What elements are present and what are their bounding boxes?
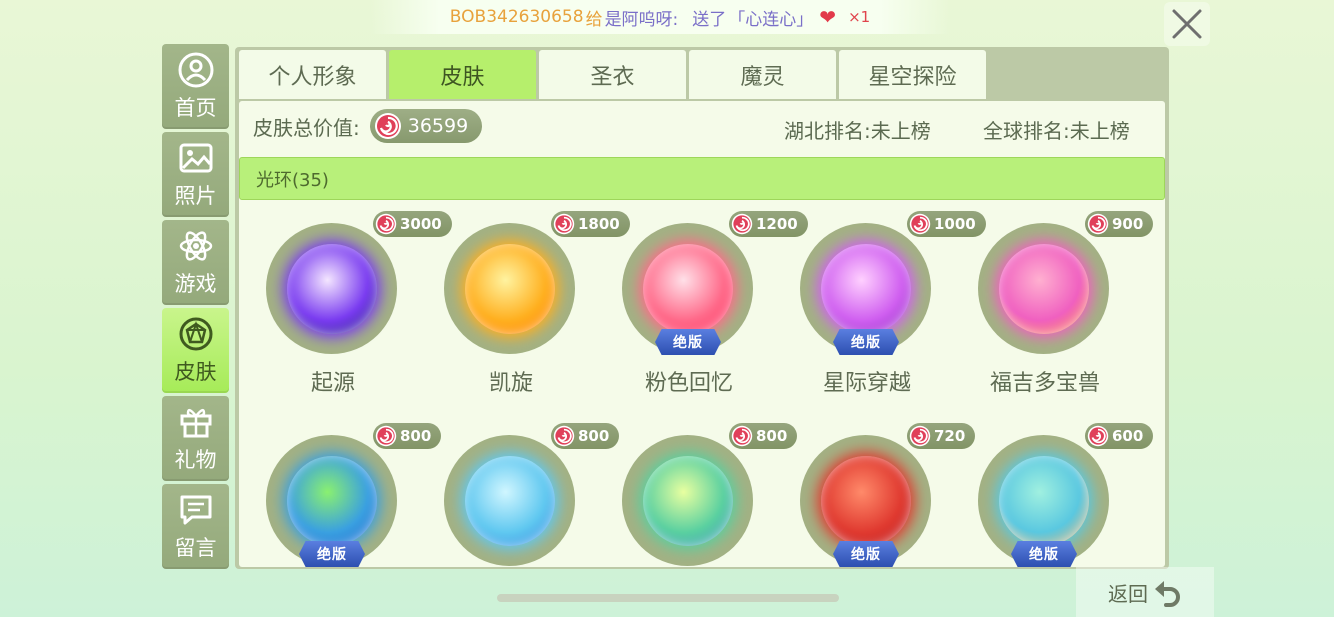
skin-item[interactable]: 720 绝版 <box>778 413 976 567</box>
halo-orb-icon <box>998 455 1089 546</box>
sidebar-item-label: 皮肤 <box>174 359 217 384</box>
skin-content: 皮肤总价值: 36599 湖北排名:未上榜 全球排名:未上榜 光环(35) 30… <box>239 101 1165 567</box>
gift-icon <box>180 408 211 437</box>
halo-orb-icon <box>998 243 1089 334</box>
sidebar-item-label: 游戏 <box>174 271 217 296</box>
tab-armor[interactable]: 圣衣 <box>539 50 686 99</box>
scroll-indicator[interactable] <box>497 594 839 602</box>
halo-orb-icon <box>286 243 377 334</box>
sidebar-item-label: 首页 <box>174 95 217 120</box>
skin-disc <box>978 223 1109 354</box>
global-rank: 全球排名:未上榜 <box>983 119 1130 143</box>
tab-bar: 个人形象 皮肤 圣衣 魔灵 星空探险 <box>239 50 986 99</box>
close-icon <box>1172 9 1202 39</box>
skin-item[interactable]: 800 绝版 <box>244 413 442 567</box>
limited-edition-badge: 绝版 <box>833 329 899 355</box>
skin-name: 起源 <box>310 371 355 396</box>
gift-count: ×1 <box>848 8 871 26</box>
tab-spirit[interactable]: 魔灵 <box>689 50 836 99</box>
candy-coin-icon <box>553 213 575 235</box>
skin-name: 凯旋 <box>488 371 533 396</box>
limited-edition-badge: 绝版 <box>655 329 721 355</box>
candy-coin-icon <box>374 113 401 139</box>
skin-item[interactable]: 800 <box>600 413 798 567</box>
candy-coin-icon <box>1087 425 1109 447</box>
total-value-label: 皮肤总价值: <box>253 115 360 140</box>
skin-grid: 3000 起源 1800 凯旋 1200 绝版 粉色回忆 1000 绝版 星际穿越 900 福吉多宝兽… <box>239 201 1165 567</box>
halo-orb-icon <box>286 455 377 546</box>
halo-orb-icon <box>820 455 911 546</box>
total-value: 36599 <box>407 115 469 137</box>
skin-name: 星际穿越 <box>822 371 911 396</box>
candy-coin-icon <box>909 425 931 447</box>
sidebar-item-gifts[interactable]: 礼物 <box>162 396 229 481</box>
banner-action: 送了 <box>692 9 727 30</box>
close-button[interactable] <box>1164 2 1210 46</box>
skin-item[interactable]: 1200 绝版 粉色回忆 <box>600 201 808 401</box>
candy-coin-icon <box>1087 213 1109 235</box>
skin-price-value: 600 <box>1112 427 1144 445</box>
halo-orb-icon <box>642 243 733 334</box>
skin-item[interactable]: 1800 凯旋 <box>422 201 630 401</box>
skin-price: 900 <box>1085 211 1154 237</box>
banner-verb: 给 <box>585 9 603 30</box>
sidebar: 首页 照片 游戏 皮肤 礼物 留言 <box>162 44 229 572</box>
sidebar-item-label: 礼物 <box>174 447 217 472</box>
sender-name: BOB342630658 <box>449 7 584 27</box>
tab-star-adventure[interactable]: 星空探险 <box>839 50 986 99</box>
atom-icon <box>179 230 212 261</box>
sidebar-item-skins[interactable]: 皮肤 <box>162 308 229 393</box>
tab-skins[interactable]: 皮肤 <box>389 50 536 99</box>
back-label: 返回 <box>1108 581 1148 606</box>
halo-orb-icon <box>464 243 555 334</box>
skin-disc <box>444 435 575 566</box>
skin-item[interactable]: 800 <box>422 413 620 567</box>
skin-disc <box>266 223 397 354</box>
skin-disc <box>444 223 575 354</box>
back-button[interactable]: 返回 <box>1076 567 1214 617</box>
category-header-halo[interactable]: 光环(35) <box>239 157 1165 200</box>
skin-price: 600 <box>1085 423 1154 449</box>
sidebar-item-games[interactable]: 游戏 <box>162 220 229 305</box>
skin-item[interactable]: 1000 绝版 星际穿越 <box>778 201 986 401</box>
candy-coin-icon <box>375 213 397 235</box>
gift-broadcast-banner: BOB342630658 给 是阿呜呀: 送了 「心连心」 ❤ ×1 <box>370 0 950 34</box>
skin-item[interactable]: 900 福吉多宝兽 <box>956 201 1154 401</box>
skin-item[interactable]: 600 绝版 <box>956 413 1154 567</box>
recipient-name: 是阿呜呀: <box>604 9 679 30</box>
skin-item[interactable]: 3000 起源 <box>244 201 452 401</box>
candy-coin-icon <box>375 425 397 447</box>
sidebar-item-label: 留言 <box>174 535 217 560</box>
sidebar-item-home[interactable]: 首页 <box>162 44 229 129</box>
province-rank: 湖北排名:未上榜 <box>784 119 931 143</box>
candy-coin-icon <box>731 425 753 447</box>
halo-orb-icon <box>464 455 555 546</box>
sidebar-item-messages[interactable]: 留言 <box>162 484 229 569</box>
tab-avatar[interactable]: 个人形象 <box>239 50 386 99</box>
gem-icon <box>179 317 212 350</box>
skin-disc <box>622 435 753 566</box>
back-arrow-icon <box>1155 581 1180 607</box>
heart-candy-icon: ❤ <box>819 5 837 29</box>
sidebar-item-label: 照片 <box>174 183 217 208</box>
halo-orb-icon <box>642 455 733 546</box>
total-value-pill: 36599 <box>369 109 483 143</box>
limited-edition-badge: 绝版 <box>299 541 365 567</box>
sidebar-item-photos[interactable]: 照片 <box>162 132 229 217</box>
skin-price-value: 900 <box>1112 215 1144 233</box>
limited-edition-badge: 绝版 <box>833 541 899 567</box>
skin-name: 粉色回忆 <box>644 371 733 396</box>
candy-coin-icon <box>731 213 753 235</box>
photo-icon <box>179 143 212 172</box>
limited-edition-badge: 绝版 <box>1011 541 1077 567</box>
gift-name: 「心连心」 <box>728 9 814 30</box>
candy-coin-icon <box>909 213 931 235</box>
message-icon <box>180 495 211 524</box>
user-icon <box>178 52 213 87</box>
halo-orb-icon <box>820 243 911 334</box>
skin-summary: 皮肤总价值: 36599 湖北排名:未上榜 全球排名:未上榜 <box>239 101 1165 151</box>
skin-name: 福吉多宝兽 <box>989 371 1100 396</box>
candy-coin-icon <box>553 425 575 447</box>
skin-panel: 个人形象 皮肤 圣衣 魔灵 星空探险 皮肤总价值: 36599 湖北排名:未上榜… <box>235 47 1169 569</box>
